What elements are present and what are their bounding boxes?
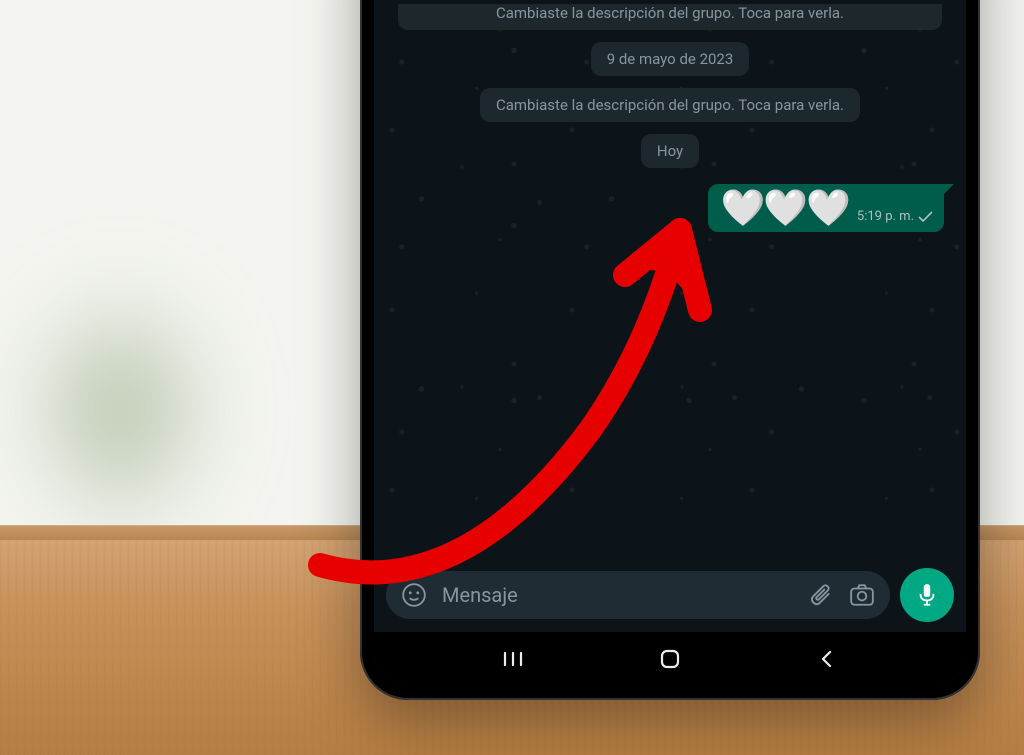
message-input-bar: Mensaje xyxy=(374,558,966,632)
nav-back-button[interactable] xyxy=(807,639,847,679)
attach-icon[interactable] xyxy=(806,581,834,609)
message-input-placeholder[interactable]: Mensaje xyxy=(442,583,792,607)
nav-recents-button[interactable] xyxy=(493,639,533,679)
chat-area[interactable]: Cambiaste la descripción del grupo. Toca… xyxy=(374,0,966,558)
phone-frame: Cambiaste la descripción del grupo. Toca… xyxy=(360,0,980,700)
android-nav-bar xyxy=(374,632,966,686)
emoji-icon[interactable] xyxy=(400,581,428,609)
date-chip: 9 de mayo de 2023 xyxy=(591,42,750,76)
camera-icon[interactable] xyxy=(848,581,876,609)
nav-home-button[interactable] xyxy=(650,639,690,679)
message-input-box[interactable]: Mensaje xyxy=(386,571,890,619)
check-icon xyxy=(918,211,934,223)
system-message-chip[interactable]: Cambiaste la descripción del grupo. Toca… xyxy=(480,88,860,122)
phone-screen: Cambiaste la descripción del grupo. Toca… xyxy=(374,0,966,686)
date-chip-today: Hoy xyxy=(641,134,699,168)
message-bubble[interactable]: 🤍🤍🤍 5:19 p. m. xyxy=(708,184,944,232)
message-meta: 5:19 p. m. xyxy=(857,209,934,226)
message-time: 5:19 p. m. xyxy=(857,209,914,224)
message-content: 🤍🤍🤍 xyxy=(720,190,848,226)
message-row-outgoing: 🤍🤍🤍 5:19 p. m. xyxy=(374,180,966,236)
whatsapp-doodle-background xyxy=(374,0,966,558)
system-message-chip[interactable]: Cambiaste la descripción del grupo. Toca… xyxy=(398,4,943,30)
mic-button[interactable] xyxy=(900,568,954,622)
plant-blur xyxy=(20,280,220,540)
